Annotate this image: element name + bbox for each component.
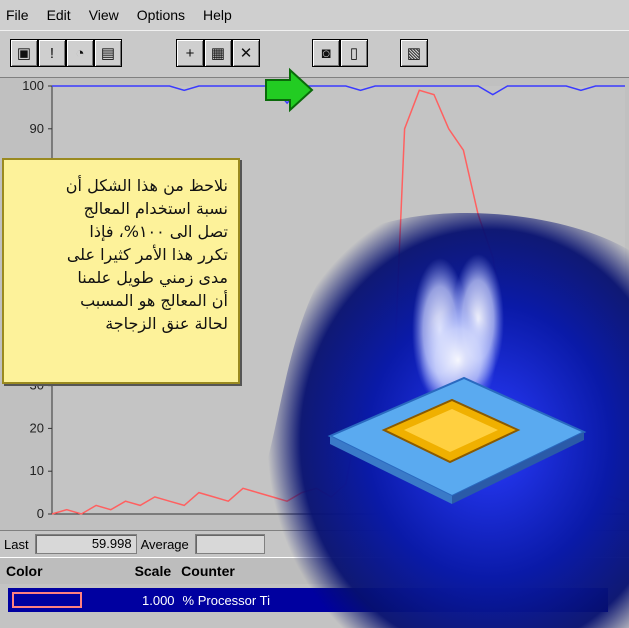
report-view-button[interactable]: ▤ (94, 39, 122, 67)
legend-col-color: Color (6, 563, 43, 579)
menu-file[interactable]: File (6, 7, 29, 23)
chart-view-button[interactable]: ▣ (10, 39, 38, 67)
toolbar: ▣ ! ◔ ▤ + ▦ ✕ ◙ ▯ ▧ (0, 30, 629, 78)
series-color-swatch (12, 592, 82, 608)
y-tick-label: 20 (30, 420, 44, 435)
update-now-button[interactable]: ◙ (312, 39, 340, 67)
y-tick-label: 100 (22, 78, 44, 93)
explanatory-note: نلاحظ من هذا الشكل أن نسبة استخدام المعا… (2, 158, 240, 384)
options-button[interactable]: ▧ (400, 39, 428, 67)
close-icon: ✕ (239, 45, 253, 62)
legend-row[interactable]: 1.000 % Processor Ti (8, 588, 608, 612)
menu-options[interactable]: Options (137, 7, 185, 23)
average-label: Average (140, 536, 189, 552)
legend-header: Color Scale Counter (0, 557, 629, 584)
add-counter-button[interactable]: + (176, 39, 204, 67)
average-value (194, 534, 265, 554)
perfmon-window: File Edit View Options Help ▣ ! ◔ ▤ + ▦ … (0, 0, 629, 628)
edit-icon: ▦ (210, 45, 226, 62)
report-icon: ▤ (100, 45, 116, 62)
log-view-button[interactable]: ◔ (66, 39, 94, 67)
plus-icon: + (185, 44, 195, 62)
legend-col-counter: Counter (181, 563, 235, 579)
y-tick-label: 10 (30, 463, 44, 478)
menu-view[interactable]: View (89, 7, 119, 23)
y-tick-label: 0 (37, 506, 44, 521)
legend-col-scale: Scale (134, 563, 172, 579)
chart-icon: ▣ (16, 45, 32, 62)
log-icon: ◔ (75, 44, 85, 62)
bookmark-button[interactable]: ▯ (340, 39, 368, 67)
last-value: 59.998 (34, 534, 137, 554)
legend-row-scale: 1.000 (142, 592, 175, 608)
alert-view-button[interactable]: ! (38, 39, 66, 67)
menu-bar: File Edit View Options Help (0, 0, 629, 30)
last-label: Last (4, 536, 29, 552)
legend-row-counter: % Processor Ti (182, 592, 270, 608)
delete-counter-button[interactable]: ✕ (232, 39, 260, 67)
bookmark-icon: ▯ (349, 45, 359, 62)
edit-counter-button[interactable]: ▦ (204, 39, 232, 67)
camera-icon: ◙ (321, 44, 331, 62)
alert-icon: ! (49, 44, 55, 62)
options-icon: ▧ (406, 45, 422, 62)
menu-help[interactable]: Help (203, 7, 232, 23)
status-bar: Last 59.998 Average (0, 530, 629, 557)
menu-edit[interactable]: Edit (47, 7, 71, 23)
y-tick-label: 90 (30, 121, 44, 136)
